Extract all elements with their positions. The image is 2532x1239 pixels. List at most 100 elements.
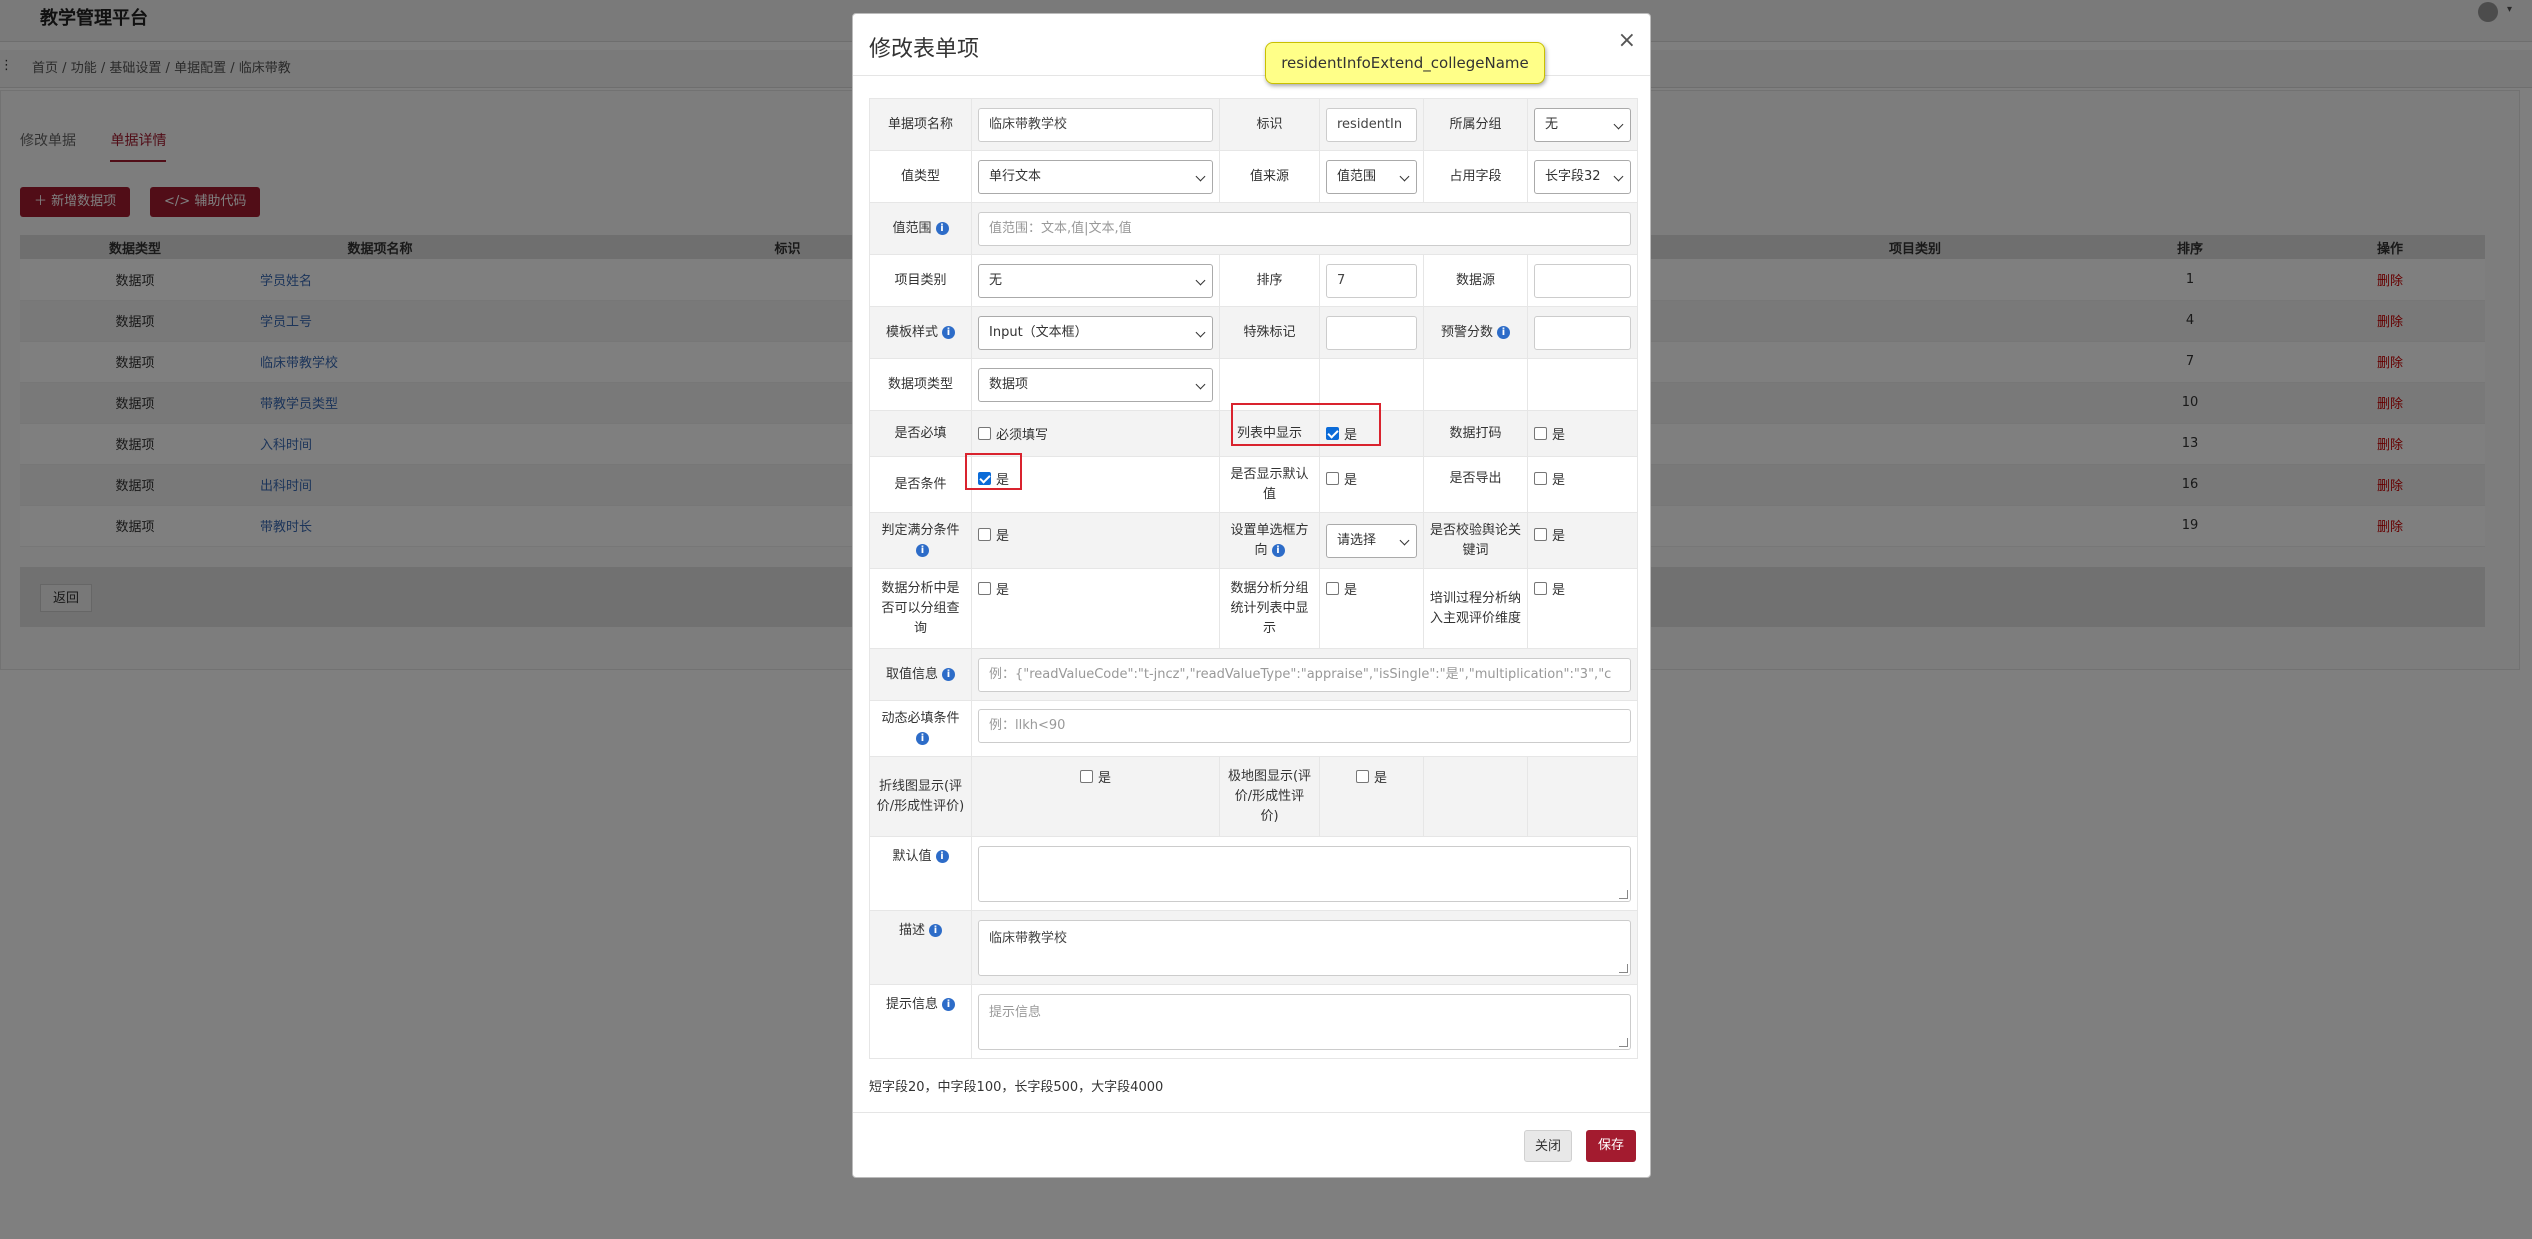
checkbox-box[interactable]	[1534, 472, 1547, 485]
modal-footer: 关闭 保存	[853, 1112, 1650, 1178]
data-item-type-select[interactable]: 数据项	[978, 367, 1213, 402]
template-style-select[interactable]: Input（文本框）	[978, 315, 1213, 350]
info-icon[interactable]: i	[929, 924, 942, 937]
info-icon[interactable]: i	[942, 325, 955, 339]
show-default-checkbox[interactable]: 是	[1326, 469, 1357, 488]
checkbox-box[interactable]	[1079, 770, 1093, 783]
check-keywords-checkbox[interactable]: 是	[1534, 525, 1565, 544]
checkbox-text: 是	[1373, 771, 1387, 786]
is-condition-label: 是否条件	[869, 456, 972, 513]
value-range-input[interactable]: 值范围：文本,值|文本,值	[978, 211, 1631, 246]
special-mark-label: 特殊标记	[1219, 306, 1320, 359]
checkbox-box[interactable]	[1534, 528, 1547, 541]
group-label: 所属分组	[1423, 98, 1528, 151]
info-icon[interactable]: i	[935, 221, 949, 235]
checkbox-text: 是	[996, 583, 1010, 598]
form-table: 单据项名称 临床带教学校 标识 residentIn 所属分组 无 值类型 单行…	[869, 98, 1638, 1059]
value-info-label: 取值信息	[885, 666, 938, 682]
required-label: 是否必填	[869, 410, 972, 457]
identifier-input[interactable]: residentIn	[1326, 107, 1417, 142]
value-source-label: 值来源	[1219, 150, 1320, 203]
field-length-note: 短字段20，中字段100，长字段500，大字段4000	[869, 1080, 1164, 1095]
checkbox-text: 是	[996, 529, 1010, 544]
save-button[interactable]: 保存	[1585, 1130, 1636, 1162]
group-query-checkbox[interactable]: 是	[978, 579, 1009, 598]
checkbox-box[interactable]	[978, 426, 991, 440]
item-category-select[interactable]: 无	[978, 263, 1213, 298]
info-icon[interactable]: i	[942, 667, 955, 681]
description-label: 描述	[898, 923, 925, 938]
info-icon[interactable]: i	[916, 543, 929, 557]
close-icon[interactable]: ×	[1618, 28, 1636, 53]
export-label: 是否导出	[1423, 456, 1528, 513]
checkbox-box[interactable]	[1355, 770, 1369, 783]
subjective-eval-checkbox[interactable]: 是	[1534, 579, 1565, 598]
order-label: 排序	[1219, 254, 1320, 307]
data-item-type-label: 数据项类型	[869, 358, 972, 411]
required-checkbox[interactable]: 必须填写	[978, 424, 1048, 443]
checkbox-box[interactable]	[1534, 426, 1547, 440]
dynamic-required-input[interactable]: 例：llkh<90	[978, 709, 1631, 743]
item-name-input[interactable]: 临床带教学校	[978, 107, 1213, 142]
default-value-label: 默认值	[892, 849, 932, 864]
export-checkbox[interactable]: 是	[1534, 469, 1565, 488]
group-stats-label: 数据分析分组统计列表中显示	[1219, 568, 1320, 649]
subjective-eval-label: 培训过程分析纳入主观评价维度	[1423, 568, 1528, 649]
datasource-input[interactable]	[1534, 263, 1631, 298]
checkbox-box[interactable]	[1326, 472, 1339, 485]
group-select[interactable]: 无	[1534, 107, 1631, 142]
close-button[interactable]: 关闭	[1523, 1130, 1572, 1162]
value-type-select[interactable]: 单行文本	[978, 159, 1213, 194]
line-chart-checkbox[interactable]: 是	[1079, 767, 1111, 786]
checkbox-text: 是	[1552, 583, 1566, 598]
checkbox-text: 是	[1344, 473, 1358, 488]
checkbox-box[interactable]	[978, 528, 991, 541]
info-icon[interactable]: i	[942, 998, 955, 1011]
line-chart-label: 折线图显示(评价/形成性评价)	[869, 756, 972, 837]
edit-form-item-modal: 修改表单项 × 单据项名称 临床带教学校 标识 residentIn 所属分组 …	[852, 13, 1651, 1178]
group-stats-checkbox[interactable]: 是	[1326, 579, 1357, 598]
highlight-is-condition	[965, 453, 1022, 490]
checkbox-text: 是	[1552, 427, 1566, 443]
highlight-show-in-list	[1231, 403, 1381, 446]
warning-score-input[interactable]	[1534, 315, 1631, 350]
order-input[interactable]: 7	[1326, 263, 1417, 298]
default-value-textarea[interactable]	[978, 845, 1631, 902]
hint-textarea[interactable]: 提示信息	[978, 993, 1631, 1050]
datasource-label: 数据源	[1423, 254, 1528, 307]
polar-chart-checkbox[interactable]: 是	[1355, 767, 1387, 786]
checkbox-box[interactable]	[978, 582, 991, 595]
radio-direction-label: 设置单选框方向	[1230, 522, 1309, 558]
value-range-label: 值范围	[892, 220, 932, 236]
modal-title: 修改表单项	[869, 37, 980, 62]
checkbox-box[interactable]	[1326, 582, 1339, 595]
group-query-label: 数据分析中是否可以分组查询	[869, 568, 972, 649]
full-score-checkbox[interactable]: 是	[978, 525, 1009, 544]
checkbox-text: 是	[1344, 583, 1358, 598]
info-icon[interactable]: i	[916, 731, 929, 745]
check-keywords-label: 是否校验舆论关键词	[1423, 512, 1528, 569]
radio-direction-select[interactable]: 请选择	[1326, 523, 1417, 558]
identifier-label: 标识	[1219, 98, 1320, 151]
data-masking-label: 数据打码	[1423, 410, 1528, 457]
warning-score-label: 预警分数	[1440, 324, 1493, 340]
value-info-input[interactable]: 例：{"readValueCode":"t-jncz","readValueTy…	[978, 657, 1631, 692]
info-icon[interactable]: i	[1497, 325, 1510, 339]
checkbox-text: 必须填写	[996, 427, 1049, 443]
dynamic-required-label: 动态必填条件	[881, 710, 960, 726]
hint-label: 提示信息	[885, 997, 938, 1012]
info-icon[interactable]: i	[1271, 543, 1285, 557]
field-select[interactable]: 长字段32	[1534, 159, 1631, 194]
value-source-select[interactable]: 值范围	[1326, 159, 1417, 194]
description-textarea[interactable]: 临床带教学校	[978, 919, 1631, 976]
show-default-label: 是否显示默认值	[1219, 456, 1320, 513]
item-name-label: 单据项名称	[869, 98, 972, 151]
identifier-tooltip: residentInfoExtend_collegeName	[1265, 42, 1545, 84]
checkbox-text: 是	[1552, 473, 1566, 488]
data-masking-checkbox[interactable]: 是	[1534, 424, 1565, 443]
full-score-label: 判定满分条件	[881, 522, 960, 538]
checkbox-box[interactable]	[1534, 582, 1547, 595]
special-mark-input[interactable]	[1326, 315, 1417, 350]
value-type-label: 值类型	[869, 150, 972, 203]
info-icon[interactable]: i	[935, 850, 949, 863]
